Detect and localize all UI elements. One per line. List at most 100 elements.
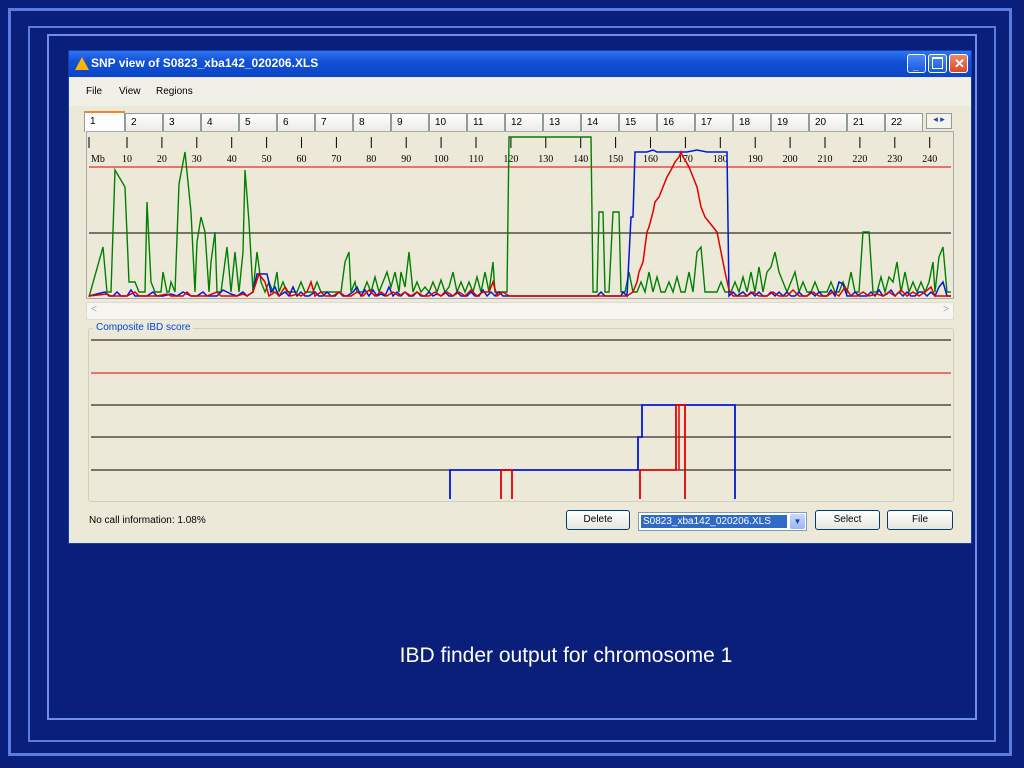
tab-18[interactable]: 18 (733, 113, 771, 131)
tab-label: 9 (397, 117, 403, 128)
minimize-button[interactable]: _ (907, 54, 926, 73)
tab-8[interactable]: 8 (353, 113, 391, 131)
delete-button[interactable]: Delete (566, 510, 630, 530)
tab-label: 6 (283, 117, 289, 128)
tab-label: 2 (131, 117, 137, 128)
axis-unit-label: Mb (91, 154, 105, 165)
axis-tick-label: 200 (783, 154, 798, 165)
menu-bar: File View Regions (69, 78, 971, 106)
axis-tick-label: 20 (157, 154, 167, 165)
horizontal-scrollbar[interactable]: < > (86, 302, 954, 320)
tab-11[interactable]: 11 (467, 113, 505, 131)
select-button[interactable]: Select (815, 510, 880, 530)
axis-tick-label: 100 (434, 154, 449, 165)
axis-tick-label: 150 (608, 154, 623, 165)
axis-tick-label: 80 (366, 154, 376, 165)
axis-tick-label: 180 (713, 154, 728, 165)
tab-label: 11 (473, 117, 484, 128)
axis-tick-label: 90 (401, 154, 411, 165)
axis-tick-label: 50 (262, 154, 272, 165)
snp-plot-svg: Mb 10 20 30 40 50 60 70 80 90 100 110 120 130 140 150 1… (88, 136, 951, 298)
tab-label: 12 (511, 117, 523, 128)
composite-ibd-label: Composite IBD score (93, 322, 194, 333)
tab-15[interactable]: 15 (619, 113, 657, 131)
tab-2[interactable]: 2 (125, 113, 163, 131)
slide-caption: IBD finder output for chromosome 1 (0, 644, 1024, 668)
axis-tick-label: 240 (922, 154, 937, 165)
maximize-button[interactable] (928, 54, 947, 73)
tick-labels: 10 20 30 40 50 60 70 80 90 100 110 120 130 140 150 160 1… (122, 154, 937, 165)
tab-4[interactable]: 4 (201, 113, 239, 131)
tab-label: 15 (625, 117, 637, 128)
tab-14[interactable]: 14 (581, 113, 619, 131)
axis-tick-label: 160 (643, 154, 658, 165)
tab-label: 1 (90, 116, 96, 127)
tab-label: 19 (777, 117, 789, 128)
tab-17[interactable]: 17 (695, 113, 733, 131)
composite-ibd-panel (88, 328, 954, 502)
tab-label: 22 (891, 117, 903, 128)
tab-5[interactable]: 5 (239, 113, 277, 131)
red-snp-series (88, 149, 951, 298)
tab-16[interactable]: 16 (657, 113, 695, 131)
blue-snp-series (88, 149, 951, 298)
axis-tick-label: 60 (297, 154, 307, 165)
menu-regions[interactable]: Regions (156, 86, 193, 97)
axis-tick-label: 130 (538, 154, 553, 165)
close-button[interactable]: ✕ (949, 54, 968, 73)
scroll-right-icon[interactable]: > (943, 304, 949, 315)
file-button[interactable]: File (887, 510, 953, 530)
app-icon (75, 57, 89, 70)
axis-tick-label: 220 (852, 154, 867, 165)
axis-tick-label: 30 (192, 154, 202, 165)
tab-label: 4 (207, 117, 213, 128)
chromosome-tabs: 1 2 3 4 5 6 7 8 9 10 11 12 13 14 15 16 1… (81, 111, 961, 132)
file-select-combo[interactable]: S0823_xba142_020206.XLS ▼ (638, 512, 807, 531)
tab-scroll-arrows[interactable]: ◂ ▸ (926, 113, 952, 129)
axis-tick-label: 70 (331, 154, 341, 165)
scroll-left-icon[interactable]: < (91, 304, 97, 315)
title-bar[interactable]: SNP view of S0823_xba142_020206.XLS _ ✕ (69, 51, 971, 77)
tab-12[interactable]: 12 (505, 113, 543, 131)
axis-tick-label: 120 (503, 154, 518, 165)
tab-label: 10 (435, 117, 447, 128)
tab-label: 14 (587, 117, 599, 128)
caption-text: IBD finder output for chromosome 1 (399, 644, 733, 667)
tab-1[interactable]: 1 (84, 111, 125, 132)
tab-9[interactable]: 9 (391, 113, 429, 131)
snp-plot: Mb 10 20 30 40 50 60 70 80 90 100 110 120 130 140 150 1… (86, 131, 954, 299)
tab-21[interactable]: 21 (847, 113, 885, 131)
tab-19[interactable]: 19 (771, 113, 809, 131)
axis-tick-label: 210 (818, 154, 833, 165)
tab-label: 13 (549, 117, 561, 128)
tab-20[interactable]: 20 (809, 113, 847, 131)
axis-tick-label: 230 (887, 154, 902, 165)
tab-label: 18 (739, 117, 751, 128)
tab-6[interactable]: 6 (277, 113, 315, 131)
axis-tick-label: 140 (573, 154, 588, 165)
tab-13[interactable]: 13 (543, 113, 581, 131)
window-title: SNP view of S0823_xba142_020206.XLS (91, 56, 319, 70)
tab-22[interactable]: 22 (885, 113, 923, 131)
menu-view[interactable]: View (119, 86, 141, 97)
no-call-status: No call information: 1.08% (89, 515, 206, 526)
chevron-down-icon[interactable]: ▼ (790, 514, 805, 529)
file-select-value: S0823_xba142_020206.XLS (641, 515, 787, 528)
tab-label: 7 (321, 117, 327, 128)
composite-red-series (500, 469, 513, 499)
tab-7[interactable]: 7 (315, 113, 353, 131)
tab-label: 20 (815, 117, 827, 128)
tab-label: 5 (245, 117, 251, 128)
composite-blue-series (449, 404, 736, 499)
menu-file[interactable]: File (86, 86, 102, 97)
composite-ibd-svg (91, 339, 951, 499)
tab-3[interactable]: 3 (163, 113, 201, 131)
tab-label: 16 (663, 117, 675, 128)
axis-tick-label: 10 (122, 154, 132, 165)
axis-tick-label: 40 (227, 154, 237, 165)
tab-label: 17 (701, 117, 713, 128)
tab-label: 3 (169, 117, 175, 128)
tab-10[interactable]: 10 (429, 113, 467, 131)
axis-tick-label: 190 (748, 154, 763, 165)
tab-label: 21 (853, 117, 865, 128)
